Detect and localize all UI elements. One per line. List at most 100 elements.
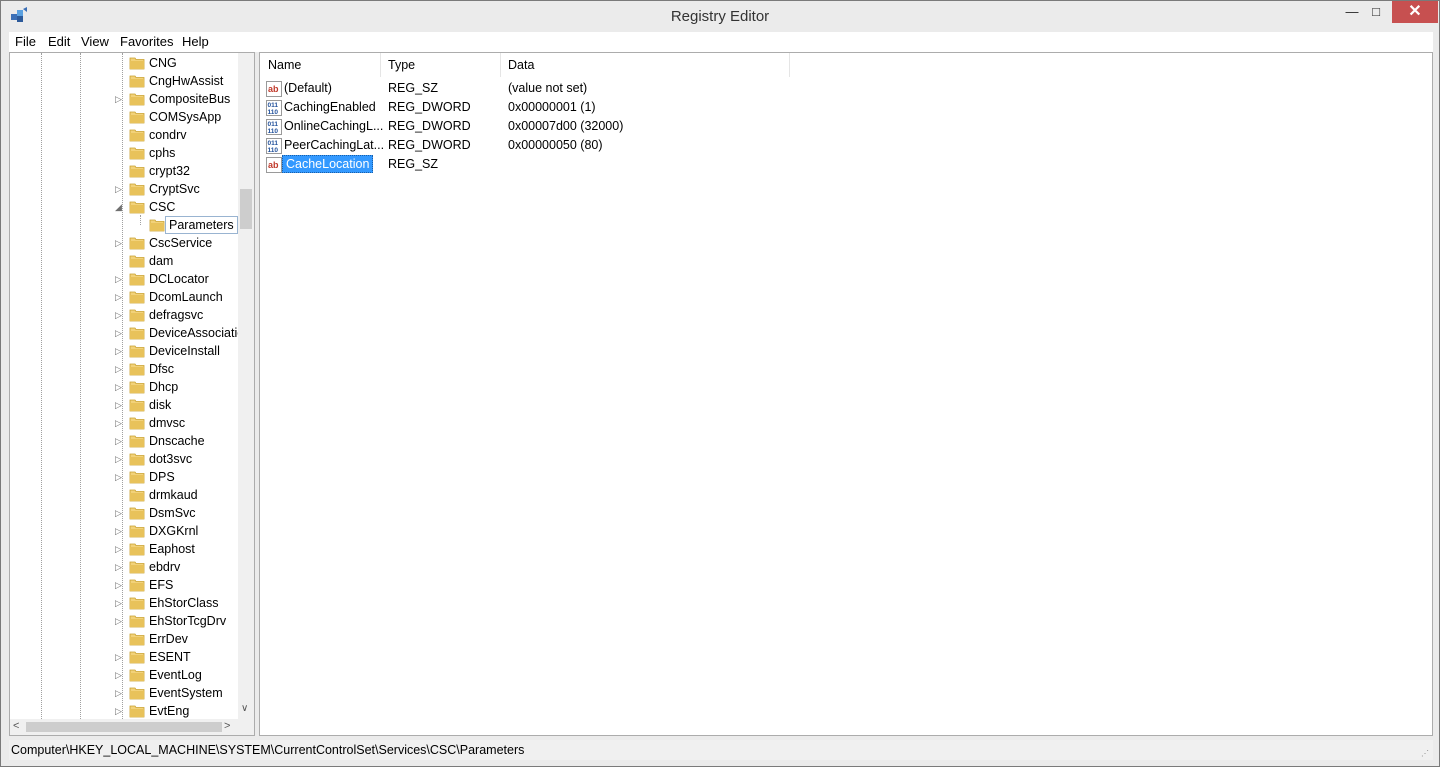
expand-arrow-icon[interactable]: ▷ <box>115 525 125 537</box>
expand-arrow-icon[interactable]: ▷ <box>115 579 125 591</box>
tree-item[interactable]: ▷ EventSystem <box>10 684 240 702</box>
tree-item[interactable]: ▷ Dnscache <box>10 432 240 450</box>
tree-item[interactable]: ▷ CscService <box>10 234 240 252</box>
expand-arrow-icon[interactable]: ▷ <box>115 237 125 249</box>
tree-item[interactable]: ▷ dmvsc <box>10 414 240 432</box>
tree-item-label[interactable]: CryptSvc <box>149 182 200 196</box>
tree-item[interactable]: ◢ CSC <box>10 198 240 216</box>
tree-item[interactable]: ▷ DeviceInstall <box>10 342 240 360</box>
tree-item[interactable]: ErrDev <box>10 630 240 648</box>
tree-item-label[interactable]: dmvsc <box>149 416 185 430</box>
tree-item[interactable]: ▷ EventLog <box>10 666 240 684</box>
tree-item[interactable]: ▷ ESENT <box>10 648 240 666</box>
tree-item[interactable]: ▷ DPS <box>10 468 240 486</box>
expand-arrow-icon[interactable]: ▷ <box>115 453 125 465</box>
tree-item[interactable]: ▷ ebdrv <box>10 558 240 576</box>
value-row[interactable]: ab (Default) REG_SZ (value not set) <box>260 79 860 98</box>
tree-item-label[interactable]: DeviceAssociatio <box>149 326 244 340</box>
expand-arrow-icon[interactable]: ▷ <box>115 507 125 519</box>
expand-arrow-icon[interactable]: ▷ <box>115 687 125 699</box>
expand-arrow-icon[interactable]: ▷ <box>115 417 125 429</box>
tree-item[interactable]: ▷ dot3svc <box>10 450 240 468</box>
tree-item-label[interactable]: DsmSvc <box>149 506 196 520</box>
tree-item[interactable]: ▷ DcomLaunch <box>10 288 240 306</box>
menu-edit[interactable]: Edit <box>48 34 70 49</box>
menu-view[interactable]: View <box>81 34 109 49</box>
scroll-down-arrow-icon[interactable]: ∨ <box>241 703 248 714</box>
tree-item-label[interactable]: crypt32 <box>149 164 190 178</box>
tree-item-label[interactable]: CompositeBus <box>149 92 230 106</box>
expand-arrow-icon[interactable]: ▷ <box>115 651 125 663</box>
tree-item-label[interactable]: defragsvc <box>149 308 203 322</box>
tree-vertical-scrollbar[interactable]: ∨ <box>238 53 254 719</box>
resize-grip-icon[interactable]: ⋰ <box>1421 749 1429 758</box>
tree-item[interactable]: ▷ EhStorClass <box>10 594 240 612</box>
tree-horizontal-scroll-thumb[interactable] <box>26 722 222 732</box>
tree-item-label[interactable]: dam <box>149 254 173 268</box>
tree-item[interactable]: Parameters <box>10 216 240 234</box>
expand-arrow-icon[interactable]: ▷ <box>115 273 125 285</box>
tree-item-label[interactable]: disk <box>149 398 171 412</box>
menu-help[interactable]: Help <box>182 34 209 49</box>
expand-arrow-icon[interactable]: ▷ <box>115 345 125 357</box>
expand-arrow-icon[interactable]: ▷ <box>115 363 125 375</box>
value-row[interactable]: 011 110 CachingEnabled REG_DWORD 0x00000001 … <box>260 98 860 117</box>
tree-item-label[interactable]: DXGKrnl <box>149 524 198 538</box>
value-row[interactable]: ab CacheLocation REG_SZ <box>260 155 860 174</box>
tree-item[interactable]: CngHwAssist <box>10 72 240 90</box>
tree-item[interactable]: ▷ CompositeBus <box>10 90 240 108</box>
column-header-type[interactable]: Type <box>380 53 501 77</box>
menu-file[interactable]: File <box>15 34 36 49</box>
tree-item[interactable]: ▷ EFS <box>10 576 240 594</box>
tree-item[interactable]: ▷ disk <box>10 396 240 414</box>
tree-item-label[interactable]: DcomLaunch <box>149 290 223 304</box>
expand-arrow-icon[interactable]: ▷ <box>115 435 125 447</box>
tree-item[interactable]: ▷ EvtEng <box>10 702 240 720</box>
tree-item[interactable]: ▷ DsmSvc <box>10 504 240 522</box>
tree-item[interactable]: cphs <box>10 144 240 162</box>
expand-arrow-icon[interactable]: ▷ <box>115 381 125 393</box>
tree-item-label[interactable]: ebdrv <box>149 560 180 574</box>
tree-item-label[interactable]: DCLocator <box>149 272 209 286</box>
tree-item-label[interactable]: Eaphost <box>149 542 195 556</box>
tree-item-label[interactable]: EventSystem <box>149 686 223 700</box>
expand-arrow-icon[interactable]: ▷ <box>115 597 125 609</box>
expand-arrow-icon[interactable]: ▷ <box>115 327 125 339</box>
tree-item[interactable]: ▷ Dhcp <box>10 378 240 396</box>
tree-item[interactable]: ▷ defragsvc <box>10 306 240 324</box>
tree-item-label[interactable]: EFS <box>149 578 173 592</box>
title-bar[interactable]: Registry Editor — □ ✕ <box>1 1 1439 32</box>
tree-item[interactable]: ▷ EhStorTcgDrv <box>10 612 240 630</box>
key-tree-pane[interactable]: CNG CngHwAssist ▷ CompositeBus COMSysApp cond… <box>9 52 255 736</box>
column-header-data[interactable]: Data <box>500 53 790 77</box>
tree-item[interactable]: ▷ Dfsc <box>10 360 240 378</box>
tree-item[interactable]: ▷ DCLocator <box>10 270 240 288</box>
expand-arrow-icon[interactable]: ▷ <box>115 543 125 555</box>
tree-item[interactable]: ▷ CryptSvc <box>10 180 240 198</box>
tree-item[interactable]: crypt32 <box>10 162 240 180</box>
tree-item-label[interactable]: drmkaud <box>149 488 198 502</box>
tree-item-label[interactable]: Dhcp <box>149 380 178 394</box>
tree-item-label[interactable]: Dnscache <box>149 434 205 448</box>
tree-item[interactable]: drmkaud <box>10 486 240 504</box>
tree-item[interactable]: ▷ DXGKrnl <box>10 522 240 540</box>
tree-horizontal-scrollbar[interactable]: < > <box>10 719 238 735</box>
value-row[interactable]: 011 110 OnlineCachingL... REG_DWORD 0x00007d… <box>260 117 860 136</box>
scroll-right-arrow-icon[interactable]: > <box>224 720 230 732</box>
tree-item[interactable]: dam <box>10 252 240 270</box>
expand-arrow-icon[interactable]: ▷ <box>115 615 125 627</box>
expand-arrow-icon[interactable]: ▷ <box>115 399 125 411</box>
expand-arrow-icon[interactable]: ▷ <box>115 471 125 483</box>
tree-item-label[interactable]: Dfsc <box>149 362 174 376</box>
menu-favorites[interactable]: Favorites <box>120 34 173 49</box>
expand-arrow-icon[interactable]: ▷ <box>115 291 125 303</box>
tree-item[interactable]: ▷ DeviceAssociatio <box>10 324 244 342</box>
tree-item-label[interactable]: EhStorTcgDrv <box>149 614 226 628</box>
close-button[interactable]: ✕ <box>1392 1 1438 23</box>
tree-item-label[interactable]: EventLog <box>149 668 202 682</box>
tree-item-label[interactable]: Parameters <box>165 216 238 234</box>
tree-item-label[interactable]: DeviceInstall <box>149 344 220 358</box>
tree-item-label[interactable]: CNG <box>149 56 177 70</box>
tree-item-label[interactable]: EhStorClass <box>149 596 218 610</box>
tree-item-label[interactable]: dot3svc <box>149 452 192 466</box>
